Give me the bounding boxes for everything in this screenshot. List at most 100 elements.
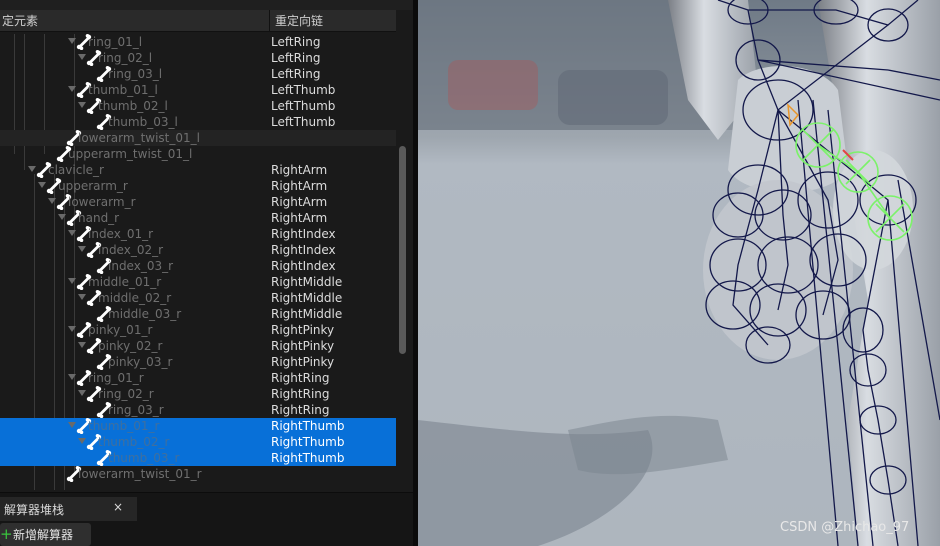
retarget-chain-value[interactable]: RightIndex [271,226,336,242]
bone-name: ring_02_l [98,51,153,65]
bone-name: upperarm_r [58,179,128,193]
bone-name: middle_01_r [88,275,162,289]
scrollbar-thumb[interactable] [399,146,406,354]
retarget-chain-value[interactable]: LeftThumb [271,114,335,130]
bone-name: thumb_02_r [98,435,170,449]
bone-name: index_03_r [108,259,174,273]
bone-name: lowerarm_twist_01_l [78,131,200,145]
chevron-down-icon[interactable] [78,54,86,60]
chevron-down-icon[interactable] [78,390,86,396]
retarget-chain-value[interactable]: RightRing [271,370,330,386]
chevron-down-icon[interactable] [78,438,86,444]
chevron-down-icon[interactable] [68,230,76,236]
chevron-down-icon[interactable] [78,246,86,252]
tab-solver-stack[interactable]: 解算器堆栈 × [0,497,137,521]
column-header-retarget-chain[interactable]: 重定向链 [275,10,323,32]
tree-row[interactable]: middle_02_r RightMiddle [0,290,396,307]
retarget-chain-value[interactable]: RightPinky [271,322,334,338]
bone-name: pinky_01_r [88,323,153,337]
retarget-chain-value[interactable]: RightRing [271,402,330,418]
bone-name: index_02_r [98,243,164,257]
close-icon[interactable]: × [113,500,123,514]
bone-name: ring_01_r [88,371,144,385]
retarget-chain-value[interactable]: LeftRing [271,34,320,50]
retarget-chain-value[interactable]: RightThumb [271,450,344,466]
tree-row[interactable]: ring_03_l LeftRing [0,66,396,83]
plus-icon: + [0,525,13,543]
tree-row[interactable]: pinky_03_r RightPinky [0,354,396,371]
chevron-down-icon[interactable] [38,182,46,188]
bone-name: thumb_01_l [88,83,158,97]
bone-name: ring_03_r [108,403,164,417]
retarget-chain-value[interactable]: RightMiddle [271,306,342,322]
retarget-chain-value[interactable]: LeftThumb [271,98,335,114]
tab-solver-stack-label: 解算器堆栈 [4,503,65,517]
tree-row[interactable]: ring_01_l LeftRing [0,34,396,51]
bone-name: pinky_02_r [98,339,163,353]
retarget-chain-value[interactable]: RightMiddle [271,290,342,306]
tree-row[interactable]: clavicle_r RightArm [0,162,396,179]
chevron-down-icon[interactable] [48,198,56,204]
chevron-down-icon[interactable] [68,374,76,380]
column-header-element[interactable]: 定元素 [0,10,270,32]
tree-row[interactable]: ring_02_l LeftRing [0,50,396,67]
tree-row[interactable]: pinky_02_r RightPinky [0,338,396,355]
tree-row[interactable]: pinky_01_r RightPinky [0,322,396,339]
chevron-down-icon[interactable] [78,294,86,300]
tree-row[interactable]: thumb_02_l LeftThumb [0,98,396,115]
tree-row[interactable]: thumb_03_r RightThumb [0,450,396,467]
retarget-chain-value[interactable]: LeftRing [271,66,320,82]
chevron-down-icon[interactable] [78,342,86,348]
tree-row[interactable]: index_01_r RightIndex [0,226,396,243]
bone-name: hand_r [78,211,120,225]
chevron-down-icon[interactable] [58,214,66,220]
solver-stack-panel: 解算器堆栈 × + 新增解算器 [0,492,413,546]
bone-name: clavicle_r [48,163,104,177]
tree-row[interactable]: hand_r RightArm [0,210,396,227]
retarget-chain-value[interactable]: RightArm [271,162,327,178]
tree-row[interactable]: index_02_r RightIndex [0,242,396,259]
tree-row[interactable]: index_03_r RightIndex [0,258,396,275]
chevron-down-icon[interactable] [68,86,76,92]
retarget-chain-value[interactable]: RightPinky [271,338,334,354]
bone-name: ring_03_l [108,67,163,81]
bone-name: middle_03_r [108,307,182,321]
3d-viewport[interactable] [418,0,940,546]
bone-name: thumb_02_l [98,99,168,113]
retarget-chain-value[interactable]: RightRing [271,386,330,402]
tree-row[interactable]: ring_01_r RightRing [0,370,396,387]
tree-row[interactable]: middle_03_r RightMiddle [0,306,396,323]
chevron-down-icon[interactable] [68,422,76,428]
tree-row[interactable]: middle_01_r RightMiddle [0,274,396,291]
tree-row[interactable]: upperarm_r RightArm [0,178,396,195]
retarget-chain-value[interactable]: RightThumb [271,434,344,450]
retarget-chain-value[interactable]: RightIndex [271,242,336,258]
chevron-down-icon[interactable] [28,166,36,172]
retarget-chain-value[interactable]: RightArm [271,178,327,194]
tree-row[interactable]: ring_03_r RightRing [0,402,396,419]
retarget-chain-value[interactable]: LeftRing [271,50,320,66]
chevron-down-icon[interactable] [68,278,76,284]
tree-row[interactable]: thumb_03_l LeftThumb [0,114,396,131]
retarget-chain-value[interactable]: RightPinky [271,354,334,370]
add-solver-button[interactable]: + 新增解算器 [0,523,91,546]
retarget-chain-value[interactable]: RightMiddle [271,274,342,290]
retarget-chain-value[interactable]: RightArm [271,194,327,210]
tree-row[interactable]: ring_02_r RightRing [0,386,396,403]
chevron-down-icon[interactable] [68,326,76,332]
chevron-down-icon[interactable] [78,102,86,108]
tree-row[interactable]: lowerarm_twist_01_r [0,466,396,483]
tree-row[interactable]: thumb_02_r RightThumb [0,434,396,451]
tree-row[interactable]: lowerarm_twist_01_l [0,130,396,147]
retarget-chain-value[interactable]: RightArm [271,210,327,226]
retarget-chain-value[interactable]: LeftThumb [271,82,335,98]
tree-row[interactable]: thumb_01_l LeftThumb [0,82,396,99]
tree-row[interactable]: lowerarm_r RightArm [0,194,396,211]
chevron-down-icon[interactable] [68,38,76,44]
tree-row[interactable]: thumb_01_r RightThumb [0,418,396,435]
bone-name: thumb_03_r [108,451,180,465]
retarget-chain-value[interactable]: RightIndex [271,258,336,274]
tree-row[interactable]: upperarm_twist_01_l [0,146,396,163]
retarget-chain-value[interactable]: RightThumb [271,418,344,434]
bone-name: pinky_03_r [108,355,173,369]
